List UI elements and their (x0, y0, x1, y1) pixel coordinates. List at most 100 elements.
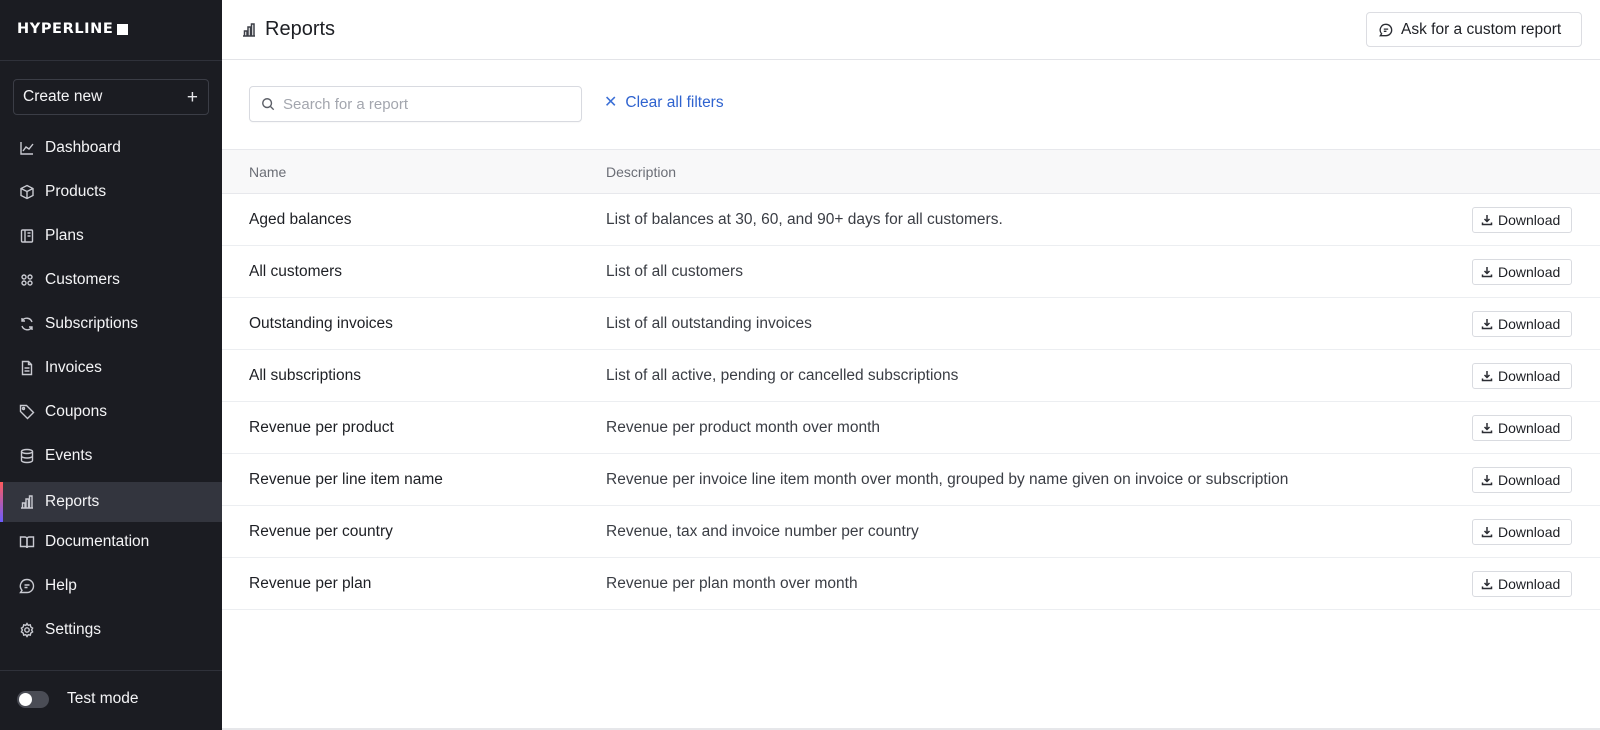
users-icon (19, 272, 35, 288)
bar-chart-icon (19, 494, 35, 510)
tag-icon (19, 404, 35, 420)
refresh-icon (19, 316, 35, 332)
chat-icon (1379, 23, 1393, 36)
download-icon (1481, 267, 1493, 278)
download-icon (1481, 579, 1493, 590)
download-label: Download (1498, 264, 1561, 280)
chat-icon (19, 578, 35, 594)
sidebar-item-label: Customers (45, 271, 120, 288)
table-row: All customers List of all customers Down… (222, 246, 1600, 298)
main-content: Reports Ask for a custom report ✕ Clear … (222, 0, 1600, 730)
create-new-label: Create new (23, 88, 103, 105)
gear-icon (19, 622, 35, 638)
search-box[interactable] (249, 86, 582, 122)
page-header: Reports (241, 18, 335, 41)
download-label: Download (1498, 368, 1561, 384)
report-name: All customers (249, 263, 343, 280)
sidebar-item-label: Invoices (45, 359, 102, 376)
report-description: List of balances at 30, 60, and 90+ days… (606, 211, 1003, 228)
topbar: Reports Ask for a custom report (222, 0, 1600, 60)
download-icon (1481, 475, 1493, 486)
download-button[interactable]: Download (1472, 259, 1572, 285)
sidebar-item-plans[interactable]: Plans (0, 216, 222, 256)
clear-filters-button[interactable]: ✕ Clear all filters (604, 94, 724, 112)
book-icon (19, 228, 35, 244)
table-row: Revenue per country Revenue, tax and inv… (222, 506, 1600, 558)
plus-icon: + (186, 86, 198, 108)
sidebar-item-label: Reports (45, 493, 100, 510)
table-row: Revenue per plan Revenue per plan month … (222, 558, 1600, 610)
sidebar-item-customers[interactable]: Customers (0, 260, 222, 300)
report-description: List of all outstanding invoices (606, 315, 812, 332)
ask-custom-report-button[interactable]: Ask for a custom report (1366, 12, 1582, 47)
sidebar-item-subscriptions[interactable]: Subscriptions (0, 304, 222, 344)
report-description: List of all customers (606, 263, 743, 280)
sidebar-item-label: Plans (45, 227, 84, 244)
report-description: List of all active, pending or cancelled… (606, 367, 959, 384)
sidebar-divider (0, 670, 222, 671)
download-icon (1481, 423, 1493, 434)
download-icon (1481, 371, 1493, 382)
create-new-button[interactable]: Create new + (13, 79, 209, 115)
download-label: Download (1498, 420, 1561, 436)
download-label: Download (1498, 316, 1561, 332)
database-icon (19, 448, 35, 464)
file-icon (19, 360, 35, 376)
sidebar-item-invoices[interactable]: Invoices (0, 348, 222, 388)
download-icon (1481, 319, 1493, 330)
search-icon (262, 98, 275, 111)
sidebar-item-help[interactable]: Help (0, 566, 222, 606)
download-icon (1481, 527, 1493, 538)
report-name: Revenue per product (249, 419, 394, 436)
download-label: Download (1498, 212, 1561, 228)
sidebar-item-coupons[interactable]: Coupons (0, 392, 222, 432)
sidebar-item-events[interactable]: Events (0, 436, 222, 476)
sidebar-item-reports[interactable]: Reports (0, 482, 222, 522)
sidebar-item-label: Coupons (45, 403, 108, 420)
sidebar-item-label: Help (45, 577, 77, 594)
sidebar-item-settings[interactable]: Settings (0, 610, 222, 650)
download-icon (1481, 215, 1493, 226)
download-button[interactable]: Download (1472, 571, 1572, 597)
bar-chart-icon (243, 22, 255, 37)
close-icon: ✕ (604, 94, 618, 111)
sidebar-item-label: Dashboard (45, 139, 121, 156)
report-name: Revenue per plan (249, 575, 372, 592)
table-row: Revenue per line item name Revenue per i… (222, 454, 1600, 506)
sidebar: HYPERLINE Create new + Dashboard Product… (0, 0, 222, 730)
report-description: Revenue, tax and invoice number per coun… (606, 523, 919, 540)
table-row: Outstanding invoices List of all outstan… (222, 298, 1600, 350)
ask-custom-report-label: Ask for a custom report (1401, 20, 1562, 38)
page-title: Reports (265, 18, 336, 40)
search-input[interactable] (283, 95, 573, 113)
box-icon (19, 184, 35, 200)
test-mode-toggle[interactable] (17, 690, 49, 708)
table-row: Revenue per product Revenue per product … (222, 402, 1600, 454)
download-label: Download (1498, 524, 1561, 540)
sidebar-divider (0, 60, 222, 61)
sidebar-item-dashboard[interactable]: Dashboard (0, 128, 222, 168)
column-header-description: Description (606, 164, 677, 180)
sidebar-item-label: Events (45, 447, 93, 464)
report-name: Revenue per country (249, 523, 393, 540)
sidebar-item-label: Subscriptions (45, 315, 139, 332)
report-description: Revenue per product month over month (606, 419, 880, 436)
sidebar-item-label: Settings (45, 621, 102, 638)
sidebar-item-products[interactable]: Products (0, 172, 222, 212)
sidebar-item-label: Documentation (45, 533, 150, 550)
sidebar-item-documentation[interactable]: Documentation (0, 522, 222, 562)
clear-filters-label: Clear all filters (625, 94, 724, 111)
download-button[interactable]: Download (1472, 311, 1572, 337)
table-row: Aged balances List of balances at 30, 60… (222, 194, 1600, 246)
download-button[interactable]: Download (1472, 415, 1572, 441)
report-name: Revenue per line item name (249, 471, 443, 488)
download-button[interactable]: Download (1472, 207, 1572, 233)
download-button[interactable]: Download (1472, 519, 1572, 545)
logo[interactable]: HYPERLINE (17, 21, 129, 37)
download-button[interactable]: Download (1472, 467, 1572, 493)
report-name: Outstanding invoices (249, 315, 393, 332)
report-name: Aged balances (249, 211, 352, 228)
filters-bar: ✕ Clear all filters (222, 60, 1600, 149)
download-button[interactable]: Download (1472, 363, 1572, 389)
report-description: Revenue per plan month over month (606, 575, 858, 592)
